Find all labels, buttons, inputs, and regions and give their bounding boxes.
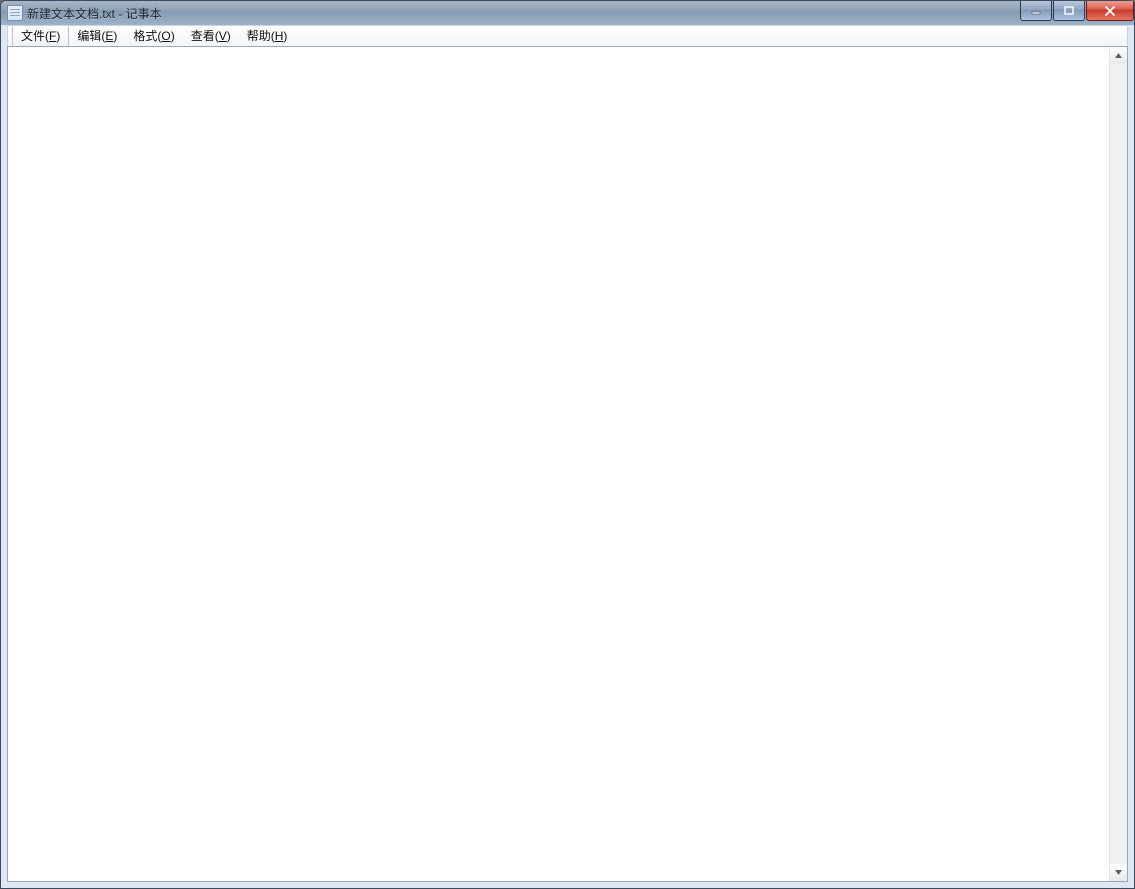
close-button[interactable] xyxy=(1086,1,1134,21)
minimize-button[interactable] xyxy=(1020,1,1052,21)
menu-accel-format: O xyxy=(161,30,170,42)
chevron-down-icon xyxy=(1114,868,1123,877)
menu-label-help-pre: 帮助( xyxy=(247,30,275,42)
window-buttons xyxy=(1019,1,1134,21)
menu-accel-help: H xyxy=(275,30,284,42)
notepad-window: 新建文本文档.txt - 记事本 文件(F) xyxy=(0,0,1135,889)
scroll-down-button[interactable] xyxy=(1110,864,1127,881)
maximize-button[interactable] xyxy=(1053,1,1085,21)
scroll-up-button[interactable] xyxy=(1110,47,1127,64)
chevron-up-icon xyxy=(1114,51,1123,60)
text-editor[interactable] xyxy=(8,47,1109,881)
close-icon xyxy=(1104,6,1116,16)
menu-accel-view: V xyxy=(219,30,227,42)
menu-help[interactable]: 帮助(H) xyxy=(239,26,296,46)
scroll-track[interactable] xyxy=(1110,64,1127,864)
menubar: 文件(F) 编辑(E) 格式(O) 查看(V) 帮助(H) xyxy=(8,25,1127,47)
menu-accel-file: F xyxy=(49,30,56,42)
menu-view[interactable]: 查看(V) xyxy=(183,26,239,46)
menu-label-edit-pre: 编辑( xyxy=(77,30,105,42)
menu-label-help-post: ) xyxy=(283,30,287,42)
menu-label-view-post: ) xyxy=(227,30,231,42)
menu-label-format-pre: 格式( xyxy=(133,30,161,42)
menu-edit[interactable]: 编辑(E) xyxy=(69,26,125,46)
titlebar[interactable]: 新建文本文档.txt - 记事本 xyxy=(1,1,1134,25)
menu-format[interactable]: 格式(O) xyxy=(125,26,182,46)
client-area xyxy=(7,46,1128,882)
vertical-scrollbar[interactable] xyxy=(1109,47,1127,881)
menu-accel-edit: E xyxy=(105,30,113,42)
menu-label-view-pre: 查看( xyxy=(191,30,219,42)
menu-label-file-pre: 文件( xyxy=(21,30,49,42)
menu-file[interactable]: 文件(F) xyxy=(12,26,69,46)
menu-label-file-post: ) xyxy=(56,30,60,42)
menu-label-format-post: ) xyxy=(171,30,175,42)
notepad-app-icon xyxy=(7,5,23,21)
window-title: 新建文本文档.txt - 记事本 xyxy=(27,5,162,22)
maximize-icon xyxy=(1064,6,1074,16)
minimize-icon xyxy=(1031,6,1041,16)
menu-label-edit-post: ) xyxy=(113,30,117,42)
